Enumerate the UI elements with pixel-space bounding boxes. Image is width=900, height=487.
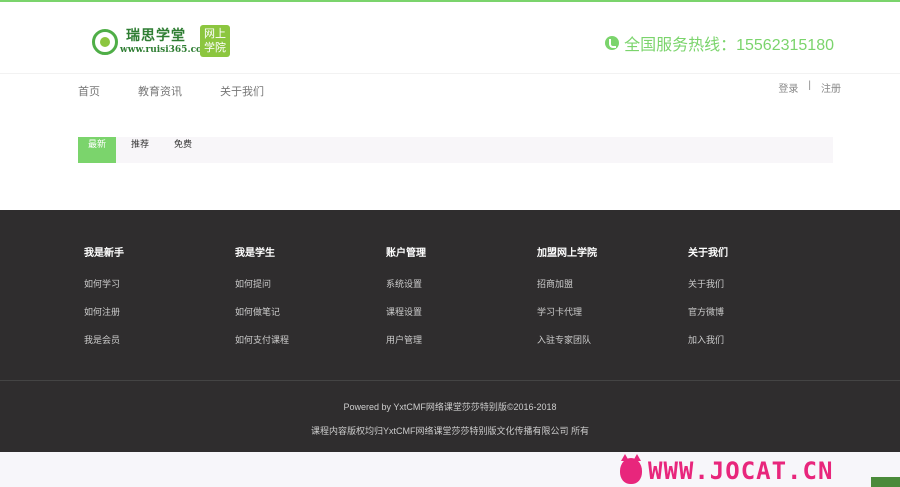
- footer-link[interactable]: 关于我们: [688, 277, 728, 290]
- footer-link[interactable]: 用户管理: [386, 333, 426, 346]
- footer-link[interactable]: 学习卡代理: [537, 305, 597, 318]
- footer-link[interactable]: 官方微博: [688, 305, 728, 318]
- footer-column-title: 我是学生: [235, 248, 275, 259]
- copyright-section: Powered by YxtCMF网络课堂莎莎特别版©2016-2018 课程内…: [0, 380, 900, 452]
- footer-column-title: 账户管理: [386, 248, 426, 259]
- watermark: WWW.JOCAT.CN: [620, 454, 834, 485]
- footer-column-student: 我是学生 如何提问 如何做笔记 如何支付课程: [235, 244, 289, 361]
- footer-link[interactable]: 课程设置: [386, 305, 426, 318]
- site-footer: 我是新手 如何学习 如何注册 我是会员 我是学生 如何提问 如何做笔记 如何支付…: [0, 210, 900, 380]
- course-filter-bar: 最新 推荐 免费: [78, 137, 833, 163]
- cat-logo-icon: [620, 454, 642, 484]
- powered-by-text: Powered by YxtCMF网络课堂莎莎特别版©2016-2018: [343, 402, 557, 412]
- logo-leaf-icon: [92, 29, 118, 55]
- corner-widget[interactable]: [871, 477, 900, 487]
- nav-item-about[interactable]: 关于我们: [220, 83, 264, 99]
- footer-link[interactable]: 加入我们: [688, 333, 728, 346]
- service-hotline: 全国服务热线：15562315180: [605, 31, 834, 55]
- footer-link[interactable]: 如何做笔记: [235, 305, 289, 318]
- tab-free[interactable]: 免费: [166, 137, 200, 163]
- footer-link[interactable]: 如何提问: [235, 277, 289, 290]
- footer-link[interactable]: 我是会员: [84, 333, 124, 346]
- footer-link[interactable]: 招商加盟: [537, 277, 597, 290]
- footer-link[interactable]: 入驻专家团队: [537, 333, 597, 346]
- hotline-text: 全国服务热线：15562315180: [624, 37, 834, 54]
- footer-column-newbie: 我是新手 如何学习 如何注册 我是会员: [84, 244, 124, 361]
- footer-column-title: 关于我们: [688, 248, 728, 259]
- footer-column-title: 加盟网上学院: [537, 248, 597, 259]
- main-nav: 首页 教育资讯 关于我们 登录 | 注册: [0, 73, 900, 113]
- footer-column-account: 账户管理 系统设置 课程设置 用户管理: [386, 244, 426, 361]
- watermark-text: WWW.JOCAT.CN: [648, 457, 834, 485]
- footer-link[interactable]: 如何注册: [84, 305, 124, 318]
- footer-link[interactable]: 如何支付课程: [235, 333, 289, 346]
- site-logo[interactable]: 瑞思学堂 www.ruisi365.com 网上学院: [92, 25, 232, 61]
- footer-link[interactable]: 如何学习: [84, 277, 124, 290]
- tab-latest[interactable]: 最新: [78, 137, 116, 163]
- auth-separator: |: [808, 80, 811, 91]
- footer-column-franchise: 加盟网上学院 招商加盟 学习卡代理 入驻专家团队: [537, 244, 597, 361]
- footer-link[interactable]: 系统设置: [386, 277, 426, 290]
- logo-badge: 网上学院: [200, 25, 230, 57]
- top-accent-line: [0, 0, 900, 5]
- tab-recommended[interactable]: 推荐: [123, 137, 157, 163]
- site-header: 瑞思学堂 www.ruisi365.com 网上学院 全国服务热线：155623…: [0, 7, 900, 73]
- logo-url-text: www.ruisi365.com: [120, 45, 212, 55]
- copyright-text: 课程内容版权均归YxtCMF网络课堂莎莎特别版文化传播有限公司 所有: [311, 426, 589, 436]
- nav-item-home[interactable]: 首页: [78, 83, 100, 99]
- register-link[interactable]: 注册: [821, 80, 841, 95]
- auth-links: 登录 | 注册: [778, 80, 841, 95]
- phone-icon: [605, 36, 620, 50]
- logo-brand-text: 瑞思学堂: [126, 28, 186, 44]
- footer-column-about: 关于我们 关于我们 官方微博 加入我们: [688, 244, 728, 361]
- nav-item-news[interactable]: 教育资讯: [138, 83, 182, 99]
- footer-column-title: 我是新手: [84, 248, 124, 259]
- login-link[interactable]: 登录: [778, 80, 798, 95]
